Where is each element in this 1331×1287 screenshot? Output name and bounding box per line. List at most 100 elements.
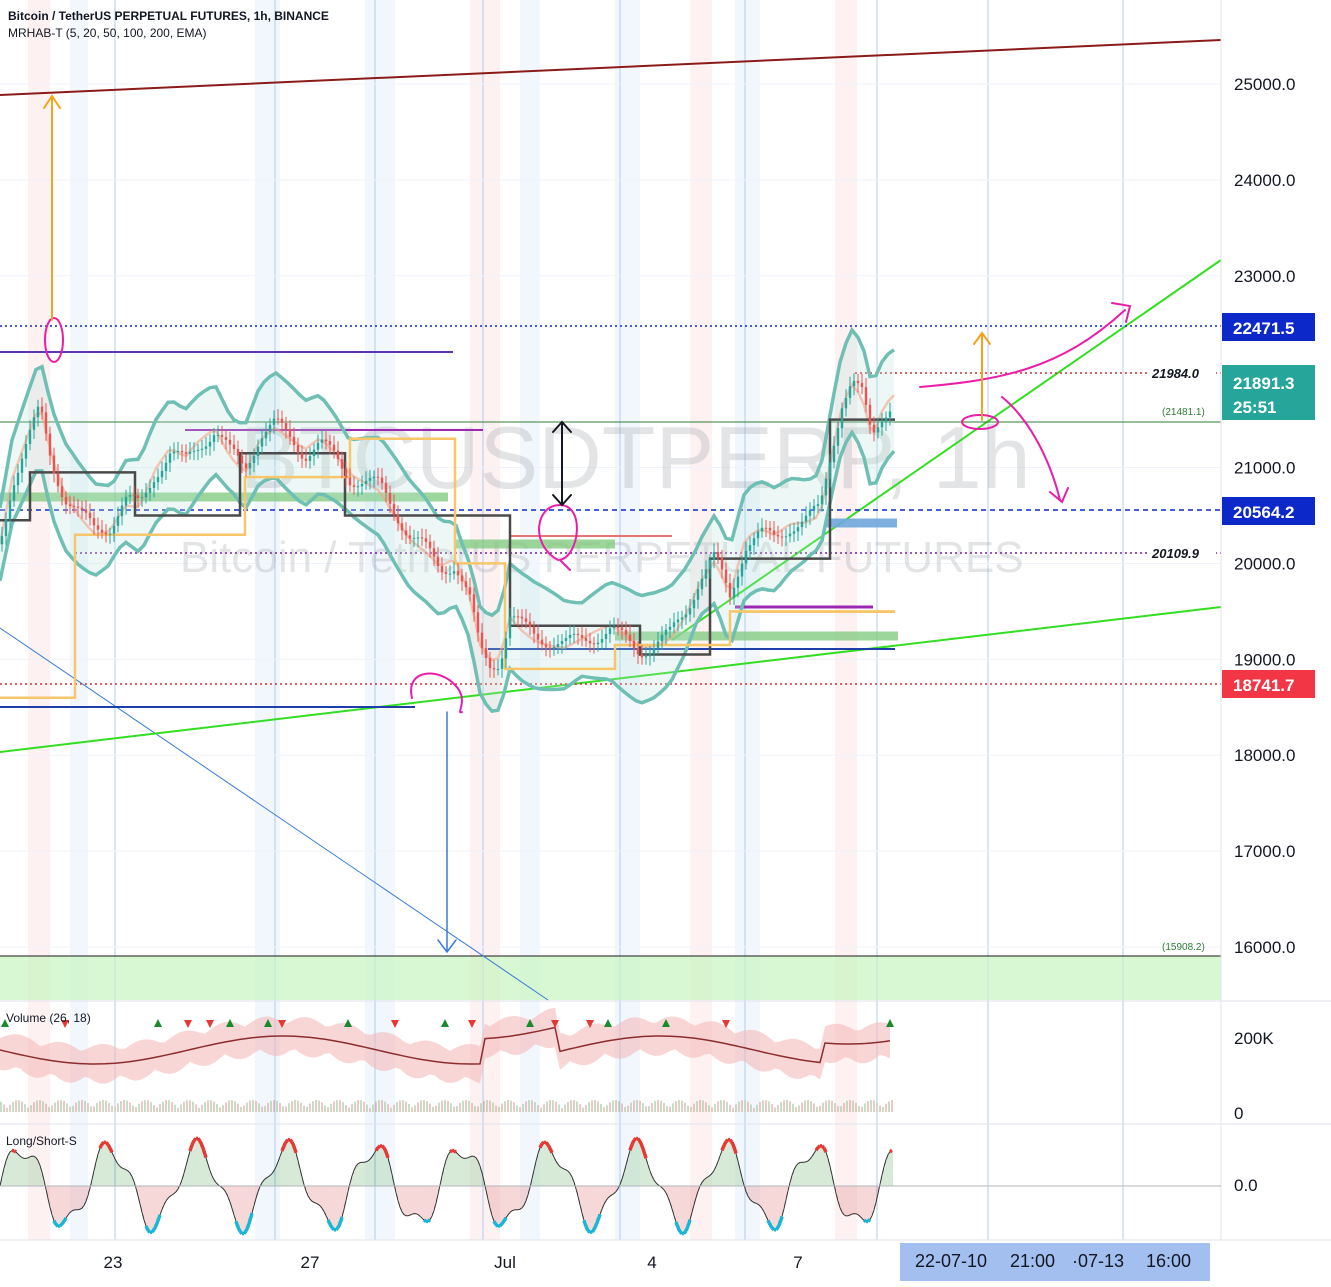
candle-body (628, 634, 632, 641)
candle-body (776, 534, 780, 537)
candle-body (516, 616, 520, 618)
candle-body (76, 506, 80, 508)
candle-body (68, 504, 72, 506)
oscillator-trough (248, 1212, 254, 1221)
candle-body (188, 451, 192, 454)
candle-body (724, 569, 728, 584)
candle-body (728, 583, 732, 598)
candle-body (144, 492, 148, 498)
candle-body (616, 626, 620, 628)
btc-candlestick-chart[interactable]: BTCUSDTPERP, 1h Bitcoin / TetherUS PERPE… (0, 0, 1331, 1287)
oscillator-trough (863, 1218, 867, 1223)
oscillator-trough (146, 1229, 152, 1234)
time-tick-label: Jul (494, 1253, 516, 1272)
price-tick-label: 21000.0 (1234, 459, 1295, 478)
candle-body (624, 629, 628, 635)
candle-body (788, 533, 792, 537)
oscillator-trough (234, 1220, 240, 1228)
oscillator-trough (678, 1230, 684, 1235)
candle-body (148, 487, 152, 493)
candle-body (84, 509, 88, 513)
oscillator-trough (590, 1228, 596, 1234)
candle-body (808, 509, 812, 516)
candle-body (356, 486, 360, 488)
time-tick-label: 23 (104, 1253, 123, 1272)
candle-body (488, 658, 492, 669)
oscillator-trough (492, 1220, 498, 1226)
time-axis[interactable]: 23 27 Jul 4 7 (104, 1253, 803, 1272)
candle-body (336, 450, 340, 460)
oscillator-trough (592, 1224, 598, 1231)
candle-body (732, 587, 736, 598)
oscillator-trough (52, 1219, 58, 1226)
candle-body (208, 441, 212, 447)
oscillator-trough (144, 1225, 150, 1232)
oscillator-trough (150, 1228, 156, 1234)
candle-body (24, 443, 28, 459)
candle-body (824, 478, 828, 496)
oscillator-trough (156, 1214, 162, 1222)
price-tick-label: 25000.0 (1234, 75, 1295, 94)
candle-body (312, 449, 316, 457)
candle-body (392, 503, 396, 515)
svg-text:20564.2: 20564.2 (1233, 503, 1294, 522)
candle-body (124, 496, 128, 506)
candle-body (60, 486, 64, 498)
oscillator-peak (628, 1143, 634, 1151)
indicator-label: MRHAB-T (5, 20, 50, 100, 200, EMA) (8, 26, 207, 40)
oscillator-peak (290, 1141, 296, 1148)
candle-body (864, 387, 868, 405)
oscillator-peak (198, 1140, 204, 1147)
candle-body (676, 619, 680, 623)
candle-body (364, 480, 368, 484)
candle-body (528, 621, 532, 628)
candle-body (36, 406, 40, 418)
oscillator-peak (380, 1144, 386, 1149)
volume-pane-label: Volume (26, 18) (6, 1011, 91, 1025)
oscillator-peak (642, 1151, 648, 1159)
long-resistance-line (0, 39, 1222, 96)
oscillator-peak (724, 1138, 730, 1143)
oscillator-trough (500, 1220, 506, 1225)
candle-body (4, 519, 8, 537)
candle-body (784, 536, 788, 538)
candle-body (384, 483, 388, 494)
oscillator-trough (423, 1218, 427, 1223)
time-cursor-time-end: 16:00 (1146, 1251, 1192, 1271)
volume-signal-marker (886, 1019, 894, 1027)
candle-body (812, 505, 816, 510)
candle-body (56, 473, 60, 487)
candle-body (260, 438, 264, 447)
candle-body (580, 635, 584, 638)
candle-body (660, 634, 664, 642)
candle-body (368, 478, 372, 481)
candle-body (320, 439, 324, 443)
oscillator-peak (190, 1139, 196, 1146)
candle-body (744, 550, 748, 564)
candle-body (48, 433, 52, 456)
oscillator-peak (106, 1143, 112, 1149)
oscillator-trough (238, 1230, 244, 1235)
candle-body (328, 441, 332, 445)
candle-body (372, 476, 376, 479)
svg-text:21891.3: 21891.3 (1233, 374, 1294, 393)
oscillator-peak (732, 1146, 738, 1154)
candle-body (64, 497, 68, 505)
candle-body (512, 616, 516, 618)
candle-body (232, 444, 236, 450)
oscillator-peak (382, 1146, 388, 1153)
price-tick-label: 19000.0 (1234, 650, 1295, 669)
candle-body (644, 656, 648, 658)
candle-body (848, 386, 852, 398)
oscillator-trough (426, 1218, 432, 1223)
price-tick-label: 16000.0 (1234, 938, 1295, 957)
volume-signal-marker (344, 1019, 352, 1027)
oscillator-peak (548, 1147, 554, 1154)
candle-body (456, 571, 460, 576)
oscillator-trough (768, 1223, 774, 1229)
candle-body (772, 530, 776, 535)
price-badge-20564: 20564.2 (1222, 497, 1315, 525)
candle-body (416, 537, 420, 539)
candle-body (816, 504, 820, 506)
oscillator-peak (449, 1149, 453, 1154)
